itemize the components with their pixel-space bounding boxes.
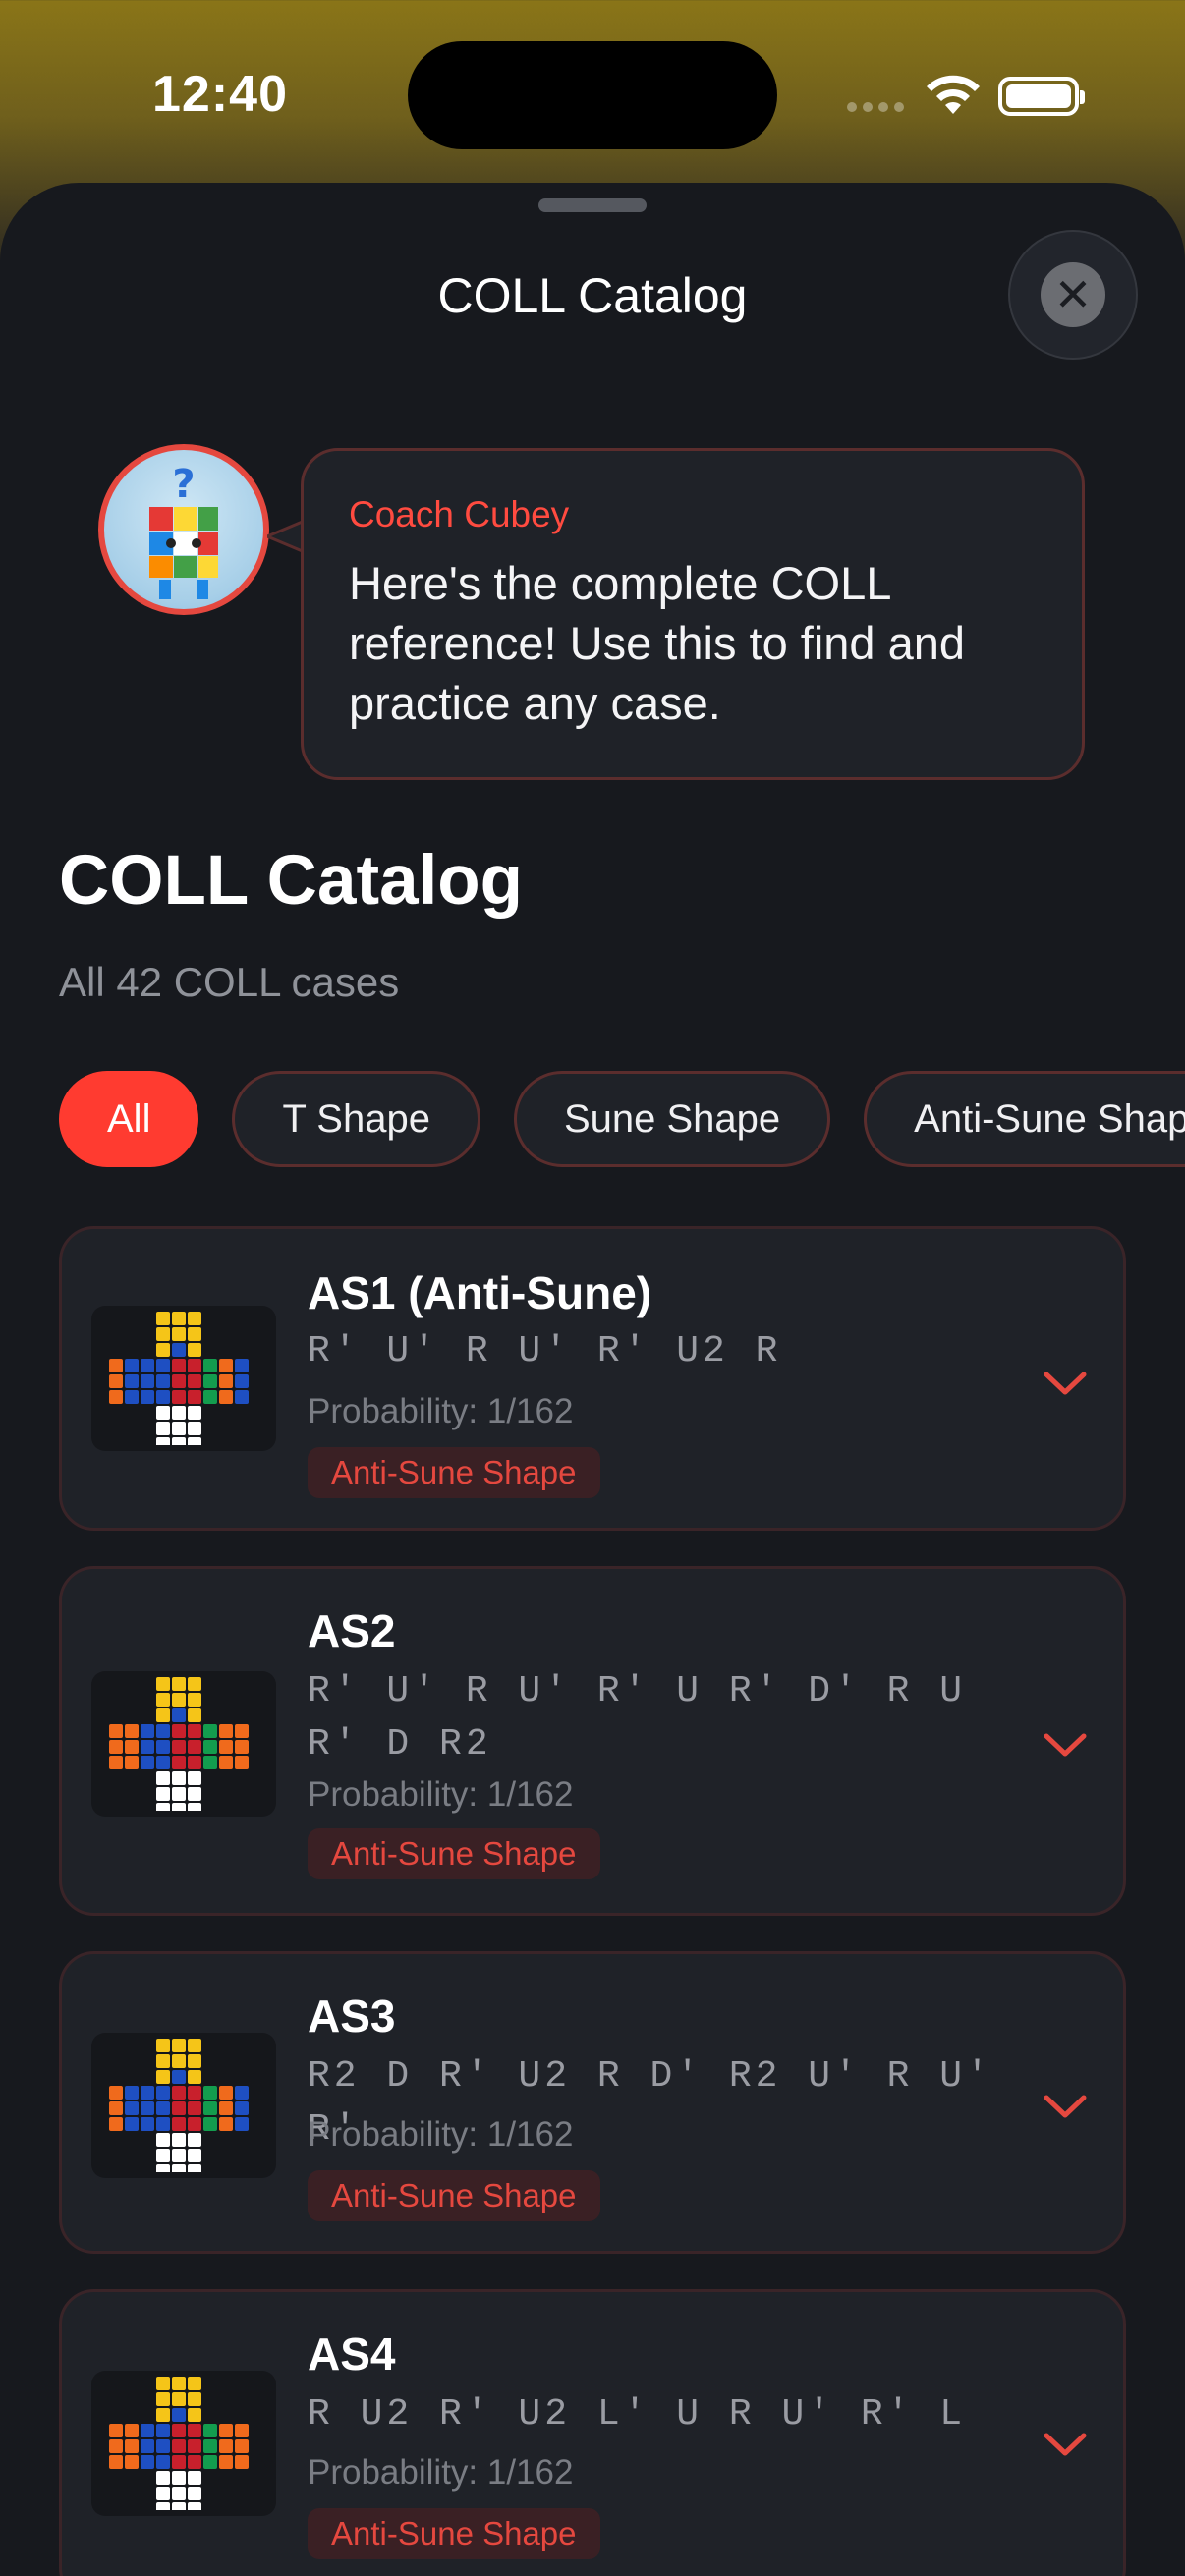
chevron-down-icon[interactable] [1043, 1730, 1088, 1760]
cube-net-icon [109, 1312, 249, 1445]
coach-name: Coach Cubey [349, 494, 570, 534]
case-shape-tag: Anti-Sune Shape [308, 2170, 600, 2221]
case-name: AS4 [308, 2328, 396, 2380]
case-card[interactable]: AS1 (Anti-Sune) R' U' R U' R' U2 R Proba… [59, 1226, 1126, 1531]
battery-icon [998, 77, 1085, 116]
status-time: 12:40 [152, 66, 288, 123]
case-card[interactable]: AS4 R U2 R' U2 L' U R U' R' L Probabilit… [59, 2289, 1126, 2576]
page-title: COLL Catalog [59, 842, 524, 920]
page-subtitle: All 42 COLL cases [59, 959, 400, 1005]
wifi-icon [927, 75, 980, 114]
filter-chips: All T Shape Sune Shape Anti-Sune Shape [59, 1071, 1185, 1167]
case-algorithm: R U2 R' U2 L' U R U' R' L [308, 2393, 967, 2436]
chevron-down-icon[interactable] [1043, 2430, 1088, 2459]
case-shape-tag: Anti-Sune Shape [308, 2508, 600, 2559]
case-name: AS1 (Anti-Sune) [308, 1267, 652, 1318]
case-algorithm: R' U' R U' R' U2 R [308, 1330, 782, 1372]
case-diagram [91, 2371, 276, 2516]
cube-net-icon [109, 2377, 249, 2510]
catalog-sheet: COLL Catalog ✕ ? Coach Cubey Here's the … [0, 183, 1185, 2576]
status-bar: 12:40 [0, 0, 1185, 187]
case-name: AS2 [308, 1605, 396, 1656]
case-algorithm: R' U' R U' R' U R' D' R U R' D R2 [308, 1670, 967, 1765]
case-card[interactable]: AS3 R2 D R' U2 R D' R2 U' R U' R' Probab… [59, 1951, 1126, 2254]
case-diagram [91, 1671, 276, 1817]
filter-chip-t-shape[interactable]: T Shape [232, 1071, 480, 1167]
case-name: AS3 [308, 1990, 396, 2042]
coach-avatar: ? [98, 444, 269, 615]
filter-chip-anti-sune-shape[interactable]: Anti-Sune Shape [864, 1071, 1185, 1167]
cellular-signal-icon [847, 102, 904, 112]
cube-net-icon [109, 2039, 249, 2172]
close-icon: ✕ [1041, 262, 1105, 327]
svg-text:?: ? [172, 462, 195, 507]
dynamic-island [408, 41, 777, 149]
coach-message: Here's the complete COLL reference! Use … [349, 557, 966, 729]
case-shape-tag: Anti-Sune Shape [308, 1447, 600, 1498]
case-diagram [91, 2033, 276, 2178]
case-shape-tag: Anti-Sune Shape [308, 1828, 600, 1879]
cube-net-icon [109, 1677, 249, 1811]
filter-chip-sune-shape[interactable]: Sune Shape [513, 1071, 831, 1167]
coach-message-bubble: Coach Cubey Here's the complete COLL ref… [301, 448, 1085, 780]
case-probability: Probability: 1/162 [308, 1775, 574, 1814]
close-button[interactable]: ✕ [1008, 230, 1138, 360]
chevron-down-icon[interactable] [1043, 2092, 1088, 2121]
filter-chip-all[interactable]: All [59, 1071, 199, 1167]
case-probability: Probability: 1/162 [308, 2453, 574, 2492]
case-card[interactable]: AS2 R' U' R U' R' U R' D' R U R' D R2 Pr… [59, 1566, 1126, 1916]
chevron-down-icon[interactable] [1043, 1369, 1088, 1398]
sheet-grabber[interactable] [538, 198, 647, 212]
case-probability: Probability: 1/162 [308, 2115, 574, 2154]
case-diagram [91, 1306, 276, 1451]
case-probability: Probability: 1/162 [308, 1392, 574, 1430]
